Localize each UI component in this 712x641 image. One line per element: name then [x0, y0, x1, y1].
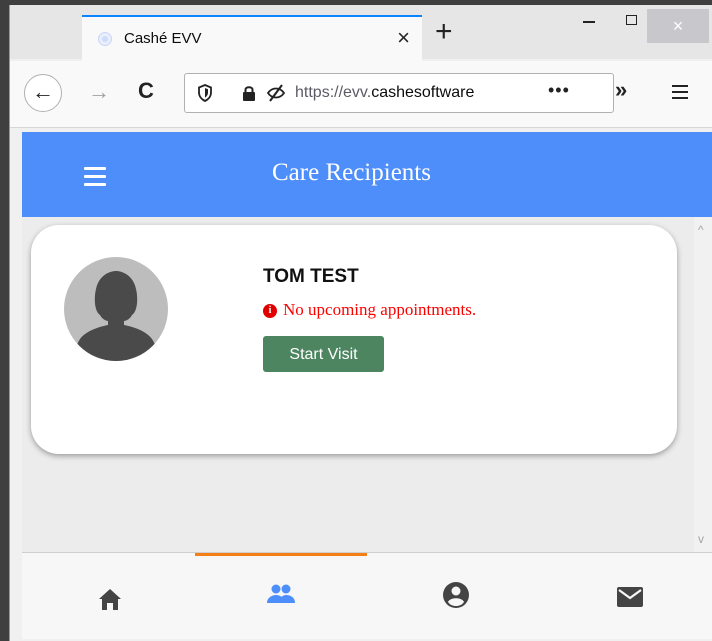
url-text[interactable]: https://evv.cashesoftware [295, 84, 535, 102]
care-recipient-card: TOM TEST i No upcoming appointments. Star… [31, 225, 677, 454]
title-bar: Cashé EVV × + × [10, 5, 712, 61]
navigation-toolbar: ← → C https://evv.cashesoftware ••• » [10, 61, 712, 128]
favicon-icon [98, 32, 112, 46]
avatar [64, 257, 168, 361]
minimize-button[interactable] [583, 21, 595, 23]
account-circle-icon[interactable] [440, 579, 472, 611]
home-icon[interactable] [94, 583, 126, 615]
forward-button[interactable]: → [88, 79, 110, 105]
active-tab-indicator [195, 553, 367, 556]
appointment-status: i No upcoming appointments. [263, 300, 476, 320]
reload-button[interactable]: C [138, 78, 154, 104]
recipient-name: TOM TEST [263, 266, 359, 287]
url-prefix: https://evv. [295, 84, 372, 101]
url-domain: cashesoftware [371, 84, 475, 101]
page-actions-button[interactable]: ••• [548, 80, 570, 101]
browser-window: Cashé EVV × + × ← → C https://evv.cashes… [9, 5, 712, 641]
people-icon[interactable] [265, 579, 297, 611]
lock-icon[interactable] [241, 84, 257, 102]
tracking-protection-icon[interactable] [265, 83, 287, 103]
scrollbar[interactable] [694, 217, 712, 552]
new-tab-button[interactable]: + [435, 17, 453, 47]
maximize-button[interactable] [626, 15, 637, 25]
overflow-menu-button[interactable]: » [615, 77, 627, 103]
person-silhouette-icon [74, 271, 158, 361]
start-visit-button[interactable]: Start Visit [263, 336, 384, 372]
page-title: Care Recipients [272, 159, 431, 186]
shield-icon[interactable] [197, 84, 213, 102]
tab-close-button[interactable]: × [397, 25, 410, 51]
browser-menu-icon[interactable] [672, 85, 688, 103]
back-button[interactable]: ← [24, 74, 62, 112]
scroll-up-arrow[interactable]: ^ [698, 223, 704, 237]
mail-icon[interactable] [614, 581, 646, 613]
url-bar[interactable]: https://evv.cashesoftware ••• [184, 73, 614, 113]
browser-tab[interactable]: Cashé EVV × [82, 15, 422, 61]
app-viewport: Care Recipients ^ v TOM TEST i No upcomin… [22, 132, 712, 639]
tab-title: Cashé EVV [124, 30, 202, 47]
bottom-navigation [22, 552, 712, 639]
scroll-down-arrow[interactable]: v [698, 532, 704, 546]
appointment-status-text: No upcoming appointments. [283, 300, 477, 319]
window-close-button[interactable]: × [647, 9, 709, 43]
app-header: Care Recipients [22, 132, 712, 217]
info-icon: i [263, 304, 277, 318]
